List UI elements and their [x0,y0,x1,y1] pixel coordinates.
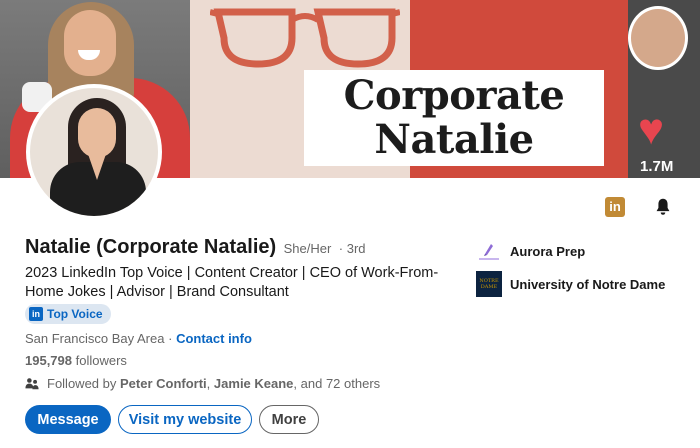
followed-by-suffix: , and 72 others [293,376,381,391]
org-aurora-prep-name: Aurora Prep [510,243,586,259]
linkedin-icon: in [29,307,43,321]
video-like-count: 1.7M [640,158,674,175]
glasses-illustration [210,8,400,68]
top-voice-label: Top Voice [47,307,103,321]
connection-degree: · 3rd [338,241,366,256]
aurora-prep-logo [476,238,502,264]
profile-headline: 2023 LinkedIn Top Voice | Content Creato… [25,265,439,300]
bell-icon[interactable] [652,196,674,218]
banner-title-line2: Natalie [374,116,534,163]
top-voice-badge[interactable]: in Top Voice [25,304,111,324]
banner-video-thumbnail: ♥ 1.7M [628,0,700,178]
visit-website-button[interactable]: Visit my website [118,405,252,434]
followed-by-person-1[interactable]: Peter Conforti [120,376,207,391]
banner-title-box: Corporate Natalie [304,70,604,166]
mutual-followers[interactable]: Followed by Peter Conforti, Jamie Keane,… [25,376,380,391]
people-icon [25,377,39,389]
video-avatar [628,6,688,70]
profile-name: Natalie (Corporate Natalie) [25,236,277,258]
followed-by-person-2[interactable]: Jamie Keane [214,376,294,391]
notre-dame-logo: NOTRE DAME [476,271,502,297]
followers-count[interactable]: 195,798 followers [25,353,127,368]
banner-title-line1: Corporate [343,72,565,119]
more-button[interactable]: More [259,405,319,434]
message-button[interactable]: Message [25,405,111,434]
location-row: San Francisco Bay Area · Contact info [25,331,252,346]
heart-icon: ♥ [638,105,665,154]
location-separator: · [168,331,173,346]
linkedin-badge-icon[interactable]: in [605,197,625,217]
followed-by-separator: , [206,376,211,391]
org-notre-dame-name: University of Notre Dame [510,276,666,292]
pronouns: She/Her [283,241,332,256]
followers-number: 195,798 [25,353,72,368]
followers-label: followers [75,353,127,368]
profile-avatar[interactable] [26,84,162,220]
contact-info-link[interactable]: Contact info [176,331,252,346]
org-aurora-prep[interactable]: Aurora Prep [476,238,585,264]
location: San Francisco Bay Area [25,331,165,346]
profile-name-row: Natalie (Corporate Natalie) She/Her · 3r… [25,236,366,259]
followed-by-prefix: Followed by [47,376,117,391]
org-notre-dame[interactable]: NOTRE DAME University of Notre Dame [476,271,665,297]
